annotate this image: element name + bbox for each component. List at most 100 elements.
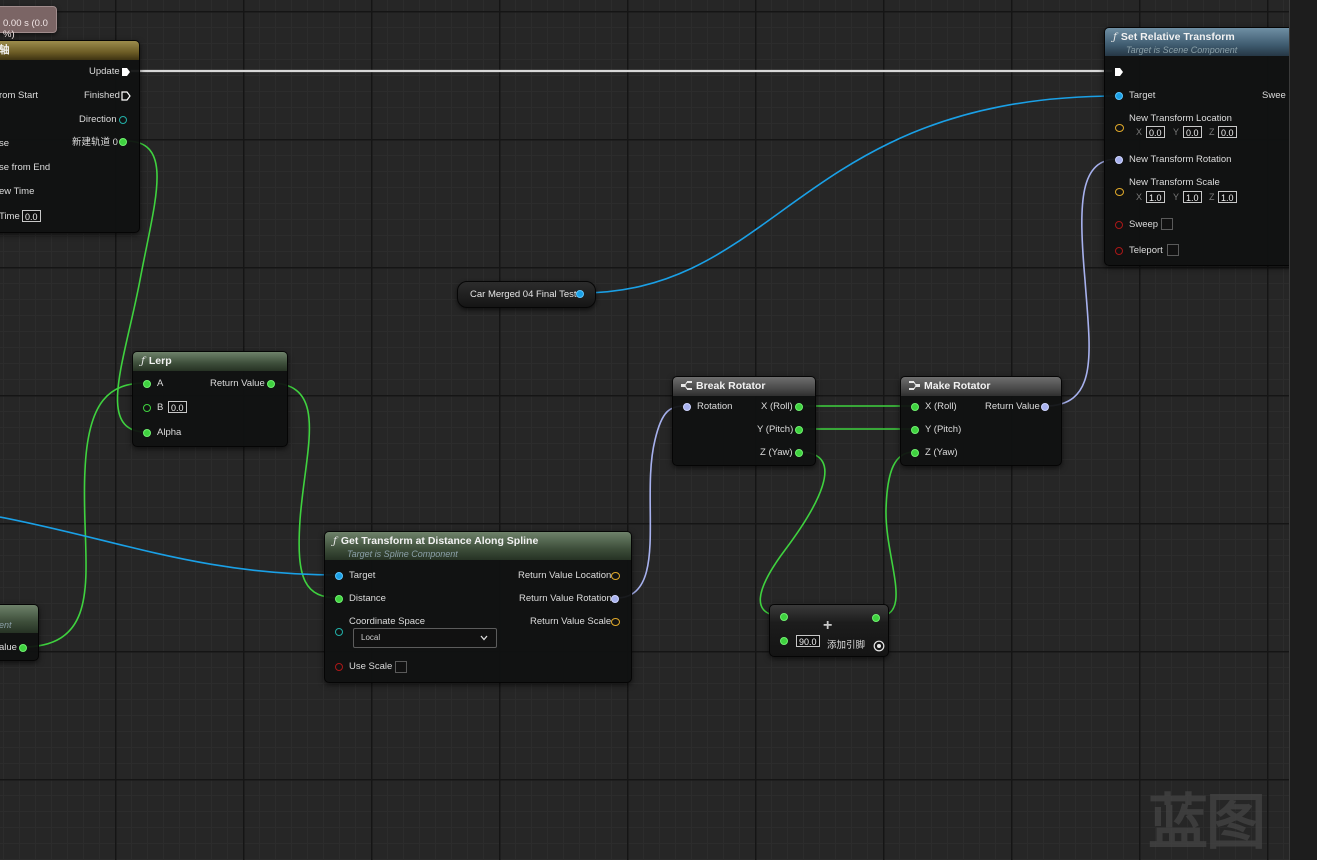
scale-z-axis: Z <box>1209 192 1215 202</box>
teleport-checkbox[interactable] <box>1167 244 1179 256</box>
add-input-b-pin[interactable] <box>780 637 788 645</box>
add-input-b-value[interactable]: 90.0 <box>796 635 820 647</box>
scale-x-input[interactable]: 1.0 <box>1146 191 1165 203</box>
break-z-pin[interactable] <box>795 449 803 457</box>
make-y-pin[interactable] <box>911 426 919 434</box>
make-rotator-title: Make Rotator <box>924 380 991 392</box>
new-location-label: New Transform Location <box>1129 113 1232 124</box>
get-transform-distance-label: Distance <box>349 593 386 604</box>
break-rotator-title: Break Rotator <box>696 380 766 392</box>
get-transform-scale-pin[interactable] <box>611 618 620 626</box>
wire-add-to-yaw <box>875 451 915 618</box>
scale-x-axis: X <box>1136 192 1143 202</box>
new-rotation-pin[interactable] <box>1115 156 1123 164</box>
timeline-node[interactable]: 轴 Update rom Start Finished Direction se… <box>0 40 140 233</box>
loc-z-axis: Z <box>1209 127 1215 137</box>
make-rotator-node[interactable]: Make Rotator X (Roll) Return Value Y (Pi… <box>900 376 1062 466</box>
sweep-checkbox[interactable] <box>1161 218 1173 230</box>
exec-in-pin[interactable] <box>1114 67 1124 77</box>
car-variable-node[interactable]: Car Merged 04 Final Test <box>457 281 596 308</box>
make-rotator-header[interactable]: Make Rotator <box>901 377 1061 396</box>
timeline-in-reverse-from-end-label: se from End <box>0 162 51 173</box>
make-z-pin[interactable] <box>911 449 919 457</box>
make-return-pin[interactable] <box>1041 403 1049 411</box>
loc-x-input[interactable]: 0.0 <box>1146 126 1165 138</box>
loc-y-input[interactable]: 0.0 <box>1183 126 1202 138</box>
scale-z-input[interactable]: 1.0 <box>1218 191 1237 203</box>
add-input-a-pin[interactable] <box>780 613 788 621</box>
timeline-out-track-label: 新建轨道 0 <box>72 137 118 148</box>
scale-y-axis: Y <box>1173 192 1180 202</box>
timeline-node-title: 轴 <box>0 44 10 56</box>
make-x-label: X (Roll) <box>925 401 957 412</box>
timeline-time-text: 0.00 s (0.0 %) <box>3 18 48 40</box>
add-node[interactable]: + 90.0 添加引脚 <box>769 604 889 657</box>
break-rotation-pin[interactable] <box>683 403 691 411</box>
get-transform-scale-label: Return Value Scale <box>530 616 612 627</box>
break-y-pin[interactable] <box>795 426 803 434</box>
wire-yaw-to-add <box>759 451 826 617</box>
add-output-pin[interactable] <box>872 614 880 622</box>
set-relative-transform-node[interactable]: ƒ Set Relative Transform Target is Scene … <box>1104 27 1289 266</box>
lerp-a-pin[interactable] <box>143 380 151 388</box>
blueprint-graph[interactable]: 0.00 s (0.0 %) 轴 Update rom Start Finish… <box>0 0 1289 860</box>
track-output-pin[interactable] <box>119 138 127 146</box>
use-scale-checkbox[interactable] <box>395 661 407 673</box>
make-struct-icon <box>909 381 920 390</box>
break-rotator-node[interactable]: Break Rotator Rotation X (Roll) Y (Pitch… <box>672 376 816 466</box>
break-rotator-header[interactable]: Break Rotator <box>673 377 815 396</box>
wire-car-to-target <box>579 95 1119 294</box>
get-transform-distance-pin[interactable] <box>335 595 343 603</box>
use-scale-label: Use Scale <box>349 661 393 672</box>
car-variable-output-pin[interactable] <box>576 290 584 298</box>
direction-pin[interactable] <box>119 116 127 124</box>
get-transform-rotation-pin[interactable] <box>611 595 619 603</box>
make-x-pin[interactable] <box>911 403 919 411</box>
spline-fragment-subtitle: ent <box>0 620 12 630</box>
lerp-return-pin[interactable] <box>267 380 275 388</box>
loc-z-input[interactable]: 0.0 <box>1218 126 1237 138</box>
new-location-pin[interactable] <box>1115 124 1124 132</box>
new-time-input[interactable]: 0.0 <box>22 210 41 222</box>
lerp-b-label: B <box>157 402 164 413</box>
set-target-label: Target <box>1129 90 1156 101</box>
set-relative-transform-header[interactable]: ƒ Set Relative Transform Target is Scene … <box>1105 28 1289 56</box>
spline-fragment-return-pin[interactable] <box>19 644 27 652</box>
function-icon: ƒ <box>333 535 337 547</box>
exec-out-finished-pin[interactable] <box>121 91 131 101</box>
lerp-header[interactable]: ƒ Lerp <box>133 352 287 371</box>
use-scale-pin[interactable] <box>335 663 343 671</box>
break-y-label: Y (Pitch) <box>757 424 794 435</box>
break-z-label: Z (Yaw) <box>760 447 793 458</box>
function-icon: ƒ <box>141 355 145 367</box>
add-pin-label[interactable]: 添加引脚 <box>827 640 865 652</box>
lerp-b-pin[interactable] <box>143 404 151 412</box>
exec-out-update-pin[interactable] <box>121 67 131 77</box>
coordinate-space-pin[interactable] <box>335 628 343 636</box>
teleport-pin[interactable] <box>1115 247 1123 255</box>
break-x-pin[interactable] <box>795 403 803 411</box>
timeline-out-direction-label: Direction <box>79 114 117 125</box>
make-y-label: Y (Pitch) <box>925 424 962 435</box>
get-transform-node[interactable]: ƒ Get Transform at Distance Along Spline … <box>324 531 632 683</box>
coordinate-space-dropdown[interactable]: Local <box>353 628 497 648</box>
spline-fragment-header[interactable]: ent <box>0 605 38 633</box>
new-scale-pin[interactable] <box>1115 188 1124 196</box>
spline-fragment-node[interactable]: ent alue <box>0 604 39 661</box>
get-transform-location-label: Return Value Location <box>518 570 612 581</box>
set-relative-transform-subtitle: Target is Scene Component <box>1126 45 1238 55</box>
lerp-node[interactable]: ƒ Lerp A Return Value B 0.0 Alpha <box>132 351 288 447</box>
coordinate-space-label: Coordinate Space <box>349 616 426 627</box>
get-transform-header[interactable]: ƒ Get Transform at Distance Along Spline … <box>325 532 631 560</box>
timeline-node-header[interactable]: 轴 <box>0 41 139 60</box>
get-transform-location-pin[interactable] <box>611 572 620 580</box>
set-target-pin[interactable] <box>1115 92 1123 100</box>
lerp-b-input[interactable]: 0.0 <box>168 401 187 413</box>
get-transform-target-pin[interactable] <box>335 572 343 580</box>
sweep-pin[interactable] <box>1115 221 1123 229</box>
wire-spline-to-a <box>21 382 147 648</box>
add-pin-icon[interactable] <box>873 640 885 652</box>
make-return-label: Return Value <box>985 401 1040 412</box>
scale-y-input[interactable]: 1.0 <box>1183 191 1202 203</box>
lerp-alpha-pin[interactable] <box>143 429 151 437</box>
